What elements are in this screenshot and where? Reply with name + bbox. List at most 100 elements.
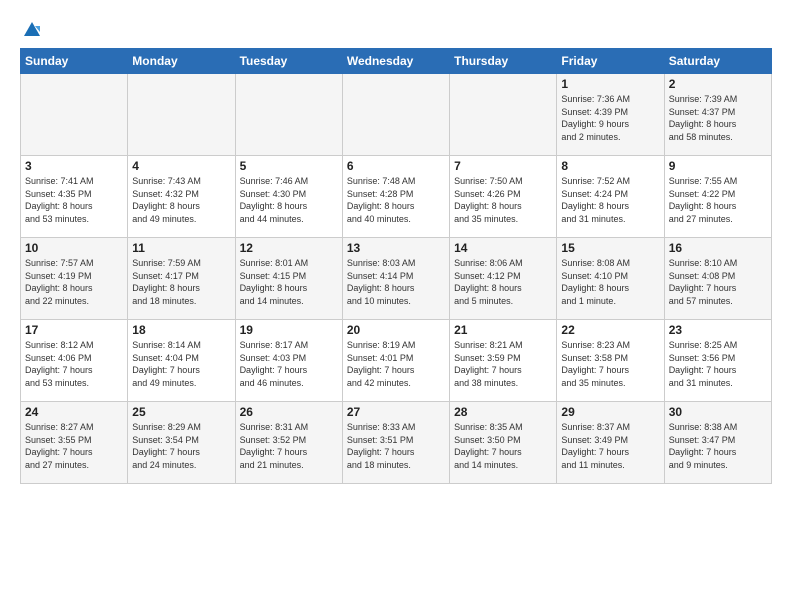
day-number: 9 bbox=[669, 159, 767, 173]
day-number: 29 bbox=[561, 405, 659, 419]
day-cell: 3Sunrise: 7:41 AM Sunset: 4:35 PM Daylig… bbox=[21, 156, 128, 238]
calendar-page: SundayMondayTuesdayWednesdayThursdayFrid… bbox=[0, 0, 792, 612]
day-info: Sunrise: 8:19 AM Sunset: 4:01 PM Dayligh… bbox=[347, 339, 445, 389]
day-number: 20 bbox=[347, 323, 445, 337]
day-number: 27 bbox=[347, 405, 445, 419]
day-cell: 26 Sunrise: 8:31 AM Sunset: 3:52 PM Dayli… bbox=[235, 402, 342, 484]
day-info: Sunrise: 7:39 AM Sunset: 4:37 PM Dayligh… bbox=[669, 93, 767, 143]
day-cell: 5 Sunrise: 7:46 AM Sunset: 4:30 PM Daylig… bbox=[235, 156, 342, 238]
day-number: 2 bbox=[669, 77, 767, 91]
day-cell: 10 Sunrise: 7:57 AM Sunset: 4:19 PM Dayli… bbox=[21, 238, 128, 320]
day-info: Sunrise: 8:03 AM Sunset: 4:14 PM Dayligh… bbox=[347, 257, 445, 307]
day-number: 28 bbox=[454, 405, 552, 419]
day-number: 5 bbox=[240, 159, 338, 173]
day-info: Sunrise: 8:37 AM Sunset: 3:49 PM Dayligh… bbox=[561, 421, 659, 471]
day-info: Sunrise: 8:29 AM Sunset: 3:54 PM Dayligh… bbox=[132, 421, 230, 471]
weekday-tuesday: Tuesday bbox=[235, 49, 342, 74]
day-cell: 23Sunrise: 8:25 AM Sunset: 3:56 PM Dayli… bbox=[664, 320, 771, 402]
day-info: Sunrise: 7:52 AM Sunset: 4:24 PM Dayligh… bbox=[561, 175, 659, 225]
day-cell: 9 Sunrise: 7:55 AM Sunset: 4:22 PM Daylig… bbox=[664, 156, 771, 238]
day-info: Sunrise: 8:38 AM Sunset: 3:47 PM Dayligh… bbox=[669, 421, 767, 471]
day-cell: 25 Sunrise: 8:29 AM Sunset: 3:54 PM Dayli… bbox=[128, 402, 235, 484]
week-row-5: 24 Sunrise: 8:27 AM Sunset: 3:55 PM Dayli… bbox=[21, 402, 772, 484]
day-cell: 2 Sunrise: 7:39 AM Sunset: 4:37 PM Daylig… bbox=[664, 74, 771, 156]
day-info: Sunrise: 8:06 AM Sunset: 4:12 PM Dayligh… bbox=[454, 257, 552, 307]
day-cell: 13 Sunrise: 8:03 AM Sunset: 4:14 PM Dayli… bbox=[342, 238, 449, 320]
week-row-3: 10 Sunrise: 7:57 AM Sunset: 4:19 PM Dayli… bbox=[21, 238, 772, 320]
weekday-header-row: SundayMondayTuesdayWednesdayThursdayFrid… bbox=[21, 49, 772, 74]
day-number: 13 bbox=[347, 241, 445, 255]
weekday-thursday: Thursday bbox=[450, 49, 557, 74]
day-info: Sunrise: 7:48 AM Sunset: 4:28 PM Dayligh… bbox=[347, 175, 445, 225]
day-cell: 28 Sunrise: 8:35 AM Sunset: 3:50 PM Dayli… bbox=[450, 402, 557, 484]
day-cell bbox=[21, 74, 128, 156]
day-info: Sunrise: 7:59 AM Sunset: 4:17 PM Dayligh… bbox=[132, 257, 230, 307]
day-info: Sunrise: 7:36 AM Sunset: 4:39 PM Dayligh… bbox=[561, 93, 659, 143]
page-header bbox=[20, 16, 772, 40]
day-cell: 4 Sunrise: 7:43 AM Sunset: 4:32 PM Daylig… bbox=[128, 156, 235, 238]
calendar-table: SundayMondayTuesdayWednesdayThursdayFrid… bbox=[20, 48, 772, 484]
day-number: 6 bbox=[347, 159, 445, 173]
day-number: 4 bbox=[132, 159, 230, 173]
day-info: Sunrise: 8:17 AM Sunset: 4:03 PM Dayligh… bbox=[240, 339, 338, 389]
day-cell: 15Sunrise: 8:08 AM Sunset: 4:10 PM Dayli… bbox=[557, 238, 664, 320]
weekday-monday: Monday bbox=[128, 49, 235, 74]
day-cell: 8 Sunrise: 7:52 AM Sunset: 4:24 PM Daylig… bbox=[557, 156, 664, 238]
day-info: Sunrise: 7:57 AM Sunset: 4:19 PM Dayligh… bbox=[25, 257, 123, 307]
day-number: 1 bbox=[561, 77, 659, 91]
day-info: Sunrise: 7:43 AM Sunset: 4:32 PM Dayligh… bbox=[132, 175, 230, 225]
day-cell: 29 Sunrise: 8:37 AM Sunset: 3:49 PM Dayli… bbox=[557, 402, 664, 484]
day-cell: 16 Sunrise: 8:10 AM Sunset: 4:08 PM Dayli… bbox=[664, 238, 771, 320]
day-cell bbox=[235, 74, 342, 156]
day-number: 16 bbox=[669, 241, 767, 255]
day-cell bbox=[450, 74, 557, 156]
day-cell: 19Sunrise: 8:17 AM Sunset: 4:03 PM Dayli… bbox=[235, 320, 342, 402]
day-cell: 22Sunrise: 8:23 AM Sunset: 3:58 PM Dayli… bbox=[557, 320, 664, 402]
day-cell bbox=[128, 74, 235, 156]
week-row-2: 3Sunrise: 7:41 AM Sunset: 4:35 PM Daylig… bbox=[21, 156, 772, 238]
day-number: 15 bbox=[561, 241, 659, 255]
day-cell: 6 Sunrise: 7:48 AM Sunset: 4:28 PM Daylig… bbox=[342, 156, 449, 238]
day-number: 10 bbox=[25, 241, 123, 255]
day-info: Sunrise: 8:31 AM Sunset: 3:52 PM Dayligh… bbox=[240, 421, 338, 471]
day-info: Sunrise: 8:10 AM Sunset: 4:08 PM Dayligh… bbox=[669, 257, 767, 307]
day-number: 26 bbox=[240, 405, 338, 419]
day-info: Sunrise: 8:35 AM Sunset: 3:50 PM Dayligh… bbox=[454, 421, 552, 471]
day-number: 24 bbox=[25, 405, 123, 419]
day-number: 14 bbox=[454, 241, 552, 255]
day-info: Sunrise: 7:55 AM Sunset: 4:22 PM Dayligh… bbox=[669, 175, 767, 225]
day-cell: 21 Sunrise: 8:21 AM Sunset: 3:59 PM Dayli… bbox=[450, 320, 557, 402]
week-row-4: 17 Sunrise: 8:12 AM Sunset: 4:06 PM Dayli… bbox=[21, 320, 772, 402]
day-number: 23 bbox=[669, 323, 767, 337]
day-info: Sunrise: 7:41 AM Sunset: 4:35 PM Dayligh… bbox=[25, 175, 123, 225]
day-cell: 12 Sunrise: 8:01 AM Sunset: 4:15 PM Dayli… bbox=[235, 238, 342, 320]
weekday-sunday: Sunday bbox=[21, 49, 128, 74]
day-info: Sunrise: 7:50 AM Sunset: 4:26 PM Dayligh… bbox=[454, 175, 552, 225]
day-cell: 30 Sunrise: 8:38 AM Sunset: 3:47 PM Dayli… bbox=[664, 402, 771, 484]
day-cell: 20 Sunrise: 8:19 AM Sunset: 4:01 PM Dayli… bbox=[342, 320, 449, 402]
day-number: 12 bbox=[240, 241, 338, 255]
weekday-saturday: Saturday bbox=[664, 49, 771, 74]
day-cell: 17 Sunrise: 8:12 AM Sunset: 4:06 PM Dayli… bbox=[21, 320, 128, 402]
day-info: Sunrise: 8:21 AM Sunset: 3:59 PM Dayligh… bbox=[454, 339, 552, 389]
day-info: Sunrise: 8:01 AM Sunset: 4:15 PM Dayligh… bbox=[240, 257, 338, 307]
day-cell bbox=[342, 74, 449, 156]
day-number: 25 bbox=[132, 405, 230, 419]
day-cell: 24 Sunrise: 8:27 AM Sunset: 3:55 PM Dayli… bbox=[21, 402, 128, 484]
day-number: 18 bbox=[132, 323, 230, 337]
day-info: Sunrise: 7:46 AM Sunset: 4:30 PM Dayligh… bbox=[240, 175, 338, 225]
day-number: 30 bbox=[669, 405, 767, 419]
day-info: Sunrise: 8:33 AM Sunset: 3:51 PM Dayligh… bbox=[347, 421, 445, 471]
day-cell: 11Sunrise: 7:59 AM Sunset: 4:17 PM Dayli… bbox=[128, 238, 235, 320]
day-info: Sunrise: 8:27 AM Sunset: 3:55 PM Dayligh… bbox=[25, 421, 123, 471]
day-info: Sunrise: 8:14 AM Sunset: 4:04 PM Dayligh… bbox=[132, 339, 230, 389]
day-info: Sunrise: 8:12 AM Sunset: 4:06 PM Dayligh… bbox=[25, 339, 123, 389]
day-number: 21 bbox=[454, 323, 552, 337]
day-cell: 14 Sunrise: 8:06 AM Sunset: 4:12 PM Dayli… bbox=[450, 238, 557, 320]
day-number: 8 bbox=[561, 159, 659, 173]
day-number: 7 bbox=[454, 159, 552, 173]
weekday-wednesday: Wednesday bbox=[342, 49, 449, 74]
day-cell: 1 Sunrise: 7:36 AM Sunset: 4:39 PM Daylig… bbox=[557, 74, 664, 156]
day-number: 17 bbox=[25, 323, 123, 337]
logo-icon bbox=[22, 20, 42, 40]
